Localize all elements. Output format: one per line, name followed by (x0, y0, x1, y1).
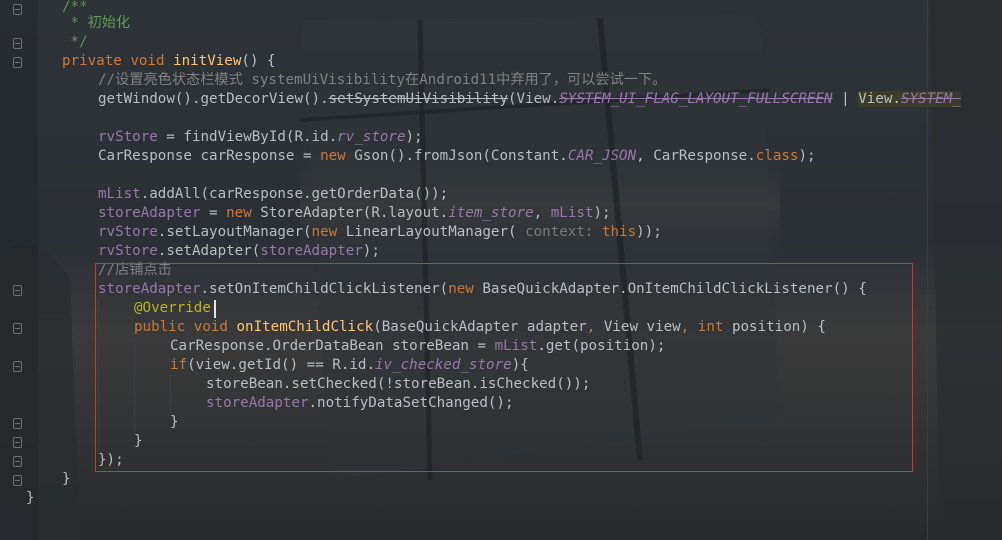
code-token: //设置亮色状态栏模式 systemUiVisibility在Android11… (98, 72, 667, 88)
code-token: StoreAdapter(R.layout. (260, 205, 449, 221)
code-line[interactable]: rvStore.setAdapter(storeAdapter); (98, 242, 380, 261)
code-token: rv_store (337, 129, 406, 145)
code-token: this (601, 224, 637, 240)
code-line[interactable]: CarResponse carResponse = new Gson().fro… (98, 147, 816, 166)
code-token: new (320, 148, 355, 164)
code-token: ); (362, 243, 380, 259)
code-token: new (226, 205, 261, 221)
code-line[interactable]: getWindow().getDecorView().setSystemUiVi… (98, 90, 961, 109)
code-line[interactable]: private void initView() { (62, 52, 276, 71)
code-token: .addAll(carResponse.getOrderData()); (140, 186, 449, 202)
code-token: * 初始化 (62, 15, 131, 31)
code-token: rvStore (98, 129, 158, 145)
code-token: rvStore (98, 224, 158, 240)
code-token: item_store (448, 205, 534, 221)
code-line[interactable]: } (26, 489, 35, 508)
code-token: rvStore (98, 243, 158, 259)
code-token: SYSTEM_UI_FLAG_LAYOUT_FULLSCREEN (559, 91, 833, 107)
code-token: | (832, 91, 859, 107)
code-token: storeAdapter (98, 205, 201, 221)
code-token: CarResponse carResponse = (98, 148, 321, 164)
code-token: Gson().fromJson(Constant. (354, 148, 568, 164)
code-token: mList (550, 205, 594, 221)
code-token: } (62, 471, 71, 487)
code-token: , (533, 205, 551, 221)
code-token: .setAdapter( (157, 243, 261, 259)
text-caret (214, 300, 216, 318)
code-token: View. (858, 91, 901, 107)
code-token: /** (62, 0, 88, 15)
code-line[interactable]: } (62, 470, 71, 489)
code-token: , CarResponse. (636, 148, 756, 164)
code-line[interactable]: storeAdapter = new StoreAdapter(R.layout… (98, 204, 611, 223)
code-line[interactable]: */ (62, 33, 88, 52)
highlight-box (95, 263, 913, 472)
code-line[interactable]: rvStore.setLayoutManager(new LinearLayou… (98, 223, 662, 242)
code-token: getWindow().getDecorView(). (98, 91, 329, 107)
code-token: setSystemUiVisibility (328, 91, 508, 107)
code-line[interactable]: rvStore = findViewById(R.id.rv_store); (98, 128, 423, 147)
code-token: SYSTEM_ (900, 91, 961, 107)
code-token: (View. (508, 91, 560, 107)
code-token: = findViewById(R.id. (157, 129, 338, 145)
code-token: .setLayoutManager( (157, 224, 312, 240)
code-token: ); (593, 205, 611, 221)
code-token: )); (636, 224, 662, 240)
code-line[interactable]: * 初始化 (62, 14, 131, 33)
code-token: mList (98, 186, 141, 202)
code-token: context: (525, 224, 602, 240)
code-token: CAR_JSON (567, 148, 637, 164)
code-token: ); (405, 129, 423, 145)
code-token: () { (241, 53, 276, 69)
code-token: */ (62, 34, 88, 50)
code-token: void (130, 53, 174, 69)
code-token: LinearLayoutManager( (345, 224, 526, 240)
code-token: = (200, 205, 227, 221)
code-token: } (26, 490, 35, 506)
code-line[interactable]: mList.addAll(carResponse.getOrderData())… (98, 185, 448, 204)
code-token: storeAdapter (260, 243, 363, 259)
code-token: private (62, 53, 131, 69)
code-line[interactable]: //设置亮色状态栏模式 systemUiVisibility在Android11… (98, 71, 666, 90)
code-token: class (755, 148, 799, 164)
code-token: new (311, 224, 346, 240)
code-token: initView (173, 53, 242, 69)
code-token: ); (798, 148, 816, 164)
